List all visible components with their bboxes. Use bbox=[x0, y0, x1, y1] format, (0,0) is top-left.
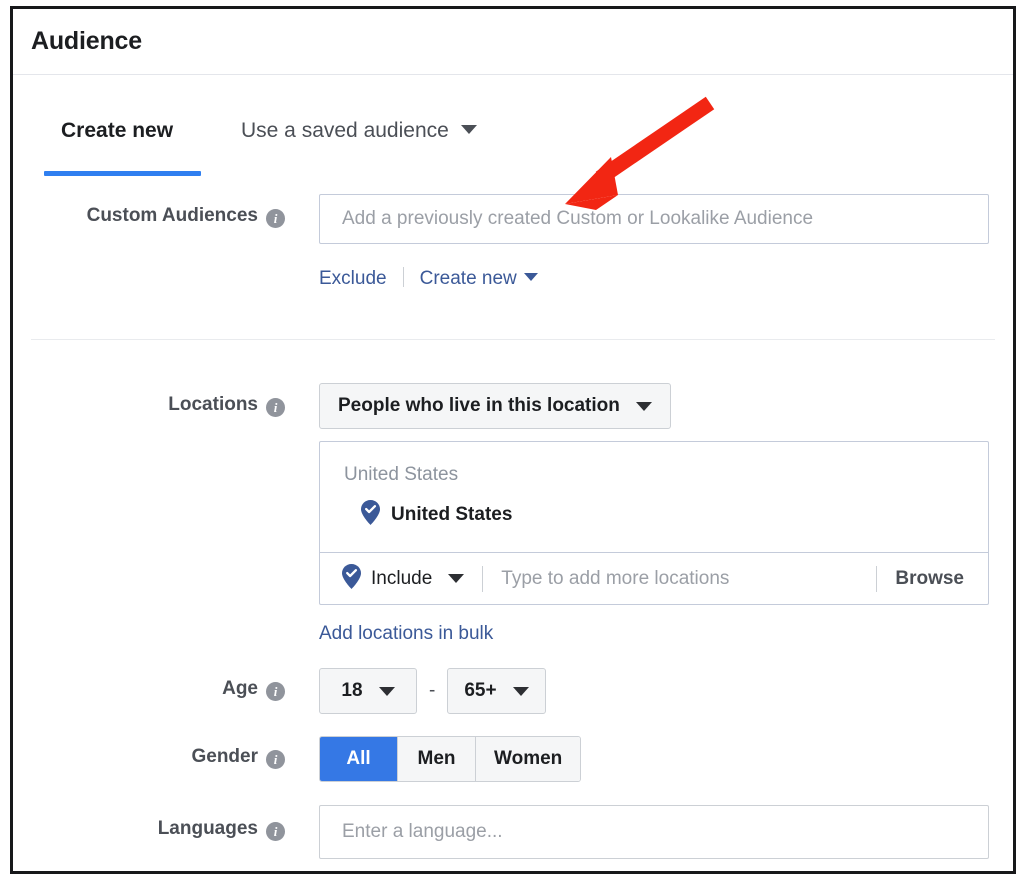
locations-footer: Include Type to add more locations Brows… bbox=[320, 552, 988, 604]
location-entry[interactable]: United States bbox=[320, 486, 988, 552]
include-exclude-select-label[interactable]: Include bbox=[371, 568, 432, 590]
gender-option-all[interactable]: All bbox=[320, 737, 398, 781]
vertical-divider bbox=[482, 566, 483, 592]
screenshot-root: Audience Create new Use a saved audience… bbox=[0, 0, 1024, 888]
tab-use-saved-audience[interactable]: Use a saved audience bbox=[241, 119, 477, 143]
age-label: Agei bbox=[13, 678, 285, 701]
chevron-down-icon bbox=[513, 687, 529, 696]
locations-group-title: United States bbox=[320, 442, 988, 486]
map-pin-check-icon bbox=[342, 564, 361, 594]
age-label-text: Age bbox=[222, 678, 258, 699]
panel-frame: Audience Create new Use a saved audience… bbox=[10, 6, 1016, 874]
gender-label-text: Gender bbox=[191, 746, 258, 767]
section-divider bbox=[31, 339, 995, 340]
tab-create-new-label: Create new bbox=[61, 119, 173, 142]
exclude-link[interactable]: Exclude bbox=[319, 268, 387, 289]
active-tab-underline bbox=[44, 171, 201, 176]
info-icon[interactable]: i bbox=[266, 398, 285, 417]
info-icon[interactable]: i bbox=[266, 209, 285, 228]
age-range-dash: - bbox=[429, 680, 435, 702]
languages-label-text: Languages bbox=[158, 818, 258, 839]
page-title: Audience bbox=[31, 27, 142, 56]
chevron-down-icon bbox=[524, 273, 538, 281]
chevron-down-icon bbox=[636, 402, 652, 411]
browse-button[interactable]: Browse bbox=[895, 568, 988, 590]
gender-label: Genderi bbox=[13, 746, 285, 769]
location-entry-name: United States bbox=[391, 504, 512, 526]
age-max-select[interactable]: 65+ bbox=[447, 668, 545, 714]
chevron-down-icon[interactable] bbox=[448, 574, 464, 583]
chevron-down-icon bbox=[461, 125, 477, 134]
add-locations-in-bulk-link[interactable]: Add locations in bulk bbox=[319, 623, 493, 645]
map-pin-check-icon bbox=[361, 500, 380, 530]
panel-header: Audience bbox=[13, 9, 1013, 75]
locations-mode-select[interactable]: People who live in this location bbox=[319, 383, 671, 429]
info-icon[interactable]: i bbox=[266, 822, 285, 841]
create-new-audience-link[interactable]: Create new bbox=[420, 268, 517, 289]
chevron-down-icon bbox=[379, 687, 395, 696]
custom-audiences-links: Exclude Create new bbox=[319, 267, 538, 290]
gender-toggle-group: All Men Women bbox=[319, 736, 581, 782]
tab-create-new[interactable]: Create new bbox=[61, 119, 173, 143]
languages-label: Languages i bbox=[13, 818, 285, 841]
vertical-divider bbox=[876, 566, 877, 592]
age-max-value: 65+ bbox=[464, 680, 496, 702]
gender-option-men[interactable]: Men bbox=[398, 737, 476, 781]
custom-audiences-label: Custom Audiences i bbox=[13, 205, 285, 228]
link-divider bbox=[403, 267, 404, 287]
languages-placeholder: Enter a language... bbox=[342, 821, 503, 843]
locations-label-text: Locations bbox=[168, 394, 258, 415]
age-min-value: 18 bbox=[341, 680, 362, 702]
tab-use-saved-audience-label: Use a saved audience bbox=[241, 119, 449, 142]
custom-audiences-placeholder: Add a previously created Custom or Looka… bbox=[342, 208, 813, 230]
add-locations-input[interactable]: Type to add more locations bbox=[501, 568, 858, 590]
locations-label: Locations i bbox=[13, 394, 285, 417]
locations-mode-value: People who live in this location bbox=[338, 395, 620, 417]
age-min-select[interactable]: 18 bbox=[319, 668, 417, 714]
locations-box: United States United States bbox=[319, 441, 989, 605]
tab-bar: Create new Use a saved audience bbox=[13, 119, 1013, 174]
info-icon[interactable]: i bbox=[266, 682, 285, 701]
info-icon[interactable]: i bbox=[266, 750, 285, 769]
gender-option-women[interactable]: Women bbox=[476, 737, 580, 781]
custom-audiences-label-text: Custom Audiences bbox=[87, 205, 258, 226]
custom-audiences-input[interactable]: Add a previously created Custom or Looka… bbox=[319, 194, 989, 244]
audience-panel: Audience Create new Use a saved audience… bbox=[13, 9, 1013, 871]
age-row: 18 - 65+ bbox=[319, 668, 546, 714]
languages-input[interactable]: Enter a language... bbox=[319, 805, 989, 859]
